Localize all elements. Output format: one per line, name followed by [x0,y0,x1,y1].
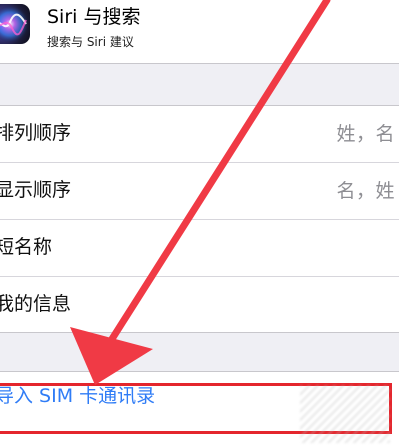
display-order-value: 名，姓 [336,180,395,202]
my-info-row[interactable]: 我的信息 [0,277,399,333]
display-order-label: 显示顺序 [0,179,72,201]
short-name-row[interactable]: 短名称 [0,220,399,276]
sort-order-label: 排列顺序 [0,122,72,144]
sort-order-value: 姓，名 [336,123,395,145]
short-name-label: 短名称 [0,236,53,258]
siri-icon [0,4,30,44]
display-order-row[interactable]: 显示顺序 名，姓 [0,163,399,219]
watermark [300,385,390,443]
siri-title: Siri 与搜索 [47,6,141,28]
contacts-settings-group: 排列顺序 姓，名 显示顺序 名，姓 短名称 我的信息 [0,105,399,333]
siri-search-group: Siri 与搜索 搜索与 Siri 建议 [0,0,399,64]
siri-search-row[interactable]: Siri 与搜索 搜索与 Siri 建议 [0,0,399,63]
sort-order-row[interactable]: 排列顺序 姓，名 [0,106,399,162]
import-sim-contacts-button[interactable]: 导入 SIM 卡通讯录 [0,384,155,408]
my-info-label: 我的信息 [0,293,72,315]
siri-subtitle: 搜索与 Siri 建议 [47,35,134,49]
